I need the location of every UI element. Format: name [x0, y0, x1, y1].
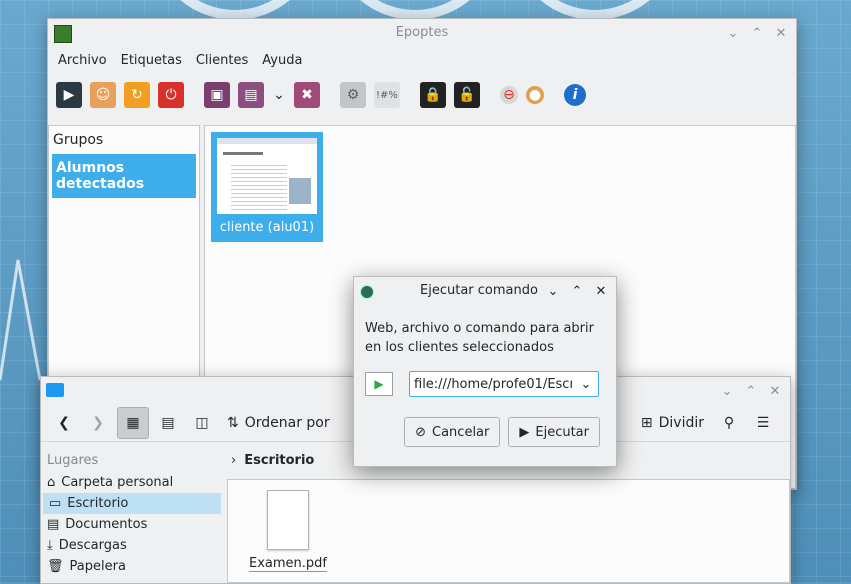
file-view: › Escritorio Examen.pdf [227, 449, 790, 583]
place-desktop[interactable]: ▭ Escritorio [43, 493, 221, 514]
execute-button[interactable]: ▶ Ejecutar [508, 417, 600, 447]
sort-label: Ordenar por [244, 415, 330, 431]
shutdown-icon[interactable]: ⏻ [158, 82, 184, 108]
lock-screen-icon[interactable]: 🔒 [420, 82, 446, 108]
maximize-icon[interactable]: ⌃ [742, 382, 760, 400]
about-icon[interactable]: i [564, 84, 586, 106]
chevron-down-icon[interactable]: ⌄ [574, 377, 598, 392]
minimize-icon[interactable]: ⌄ [544, 282, 562, 300]
wallpaper-logo-shape [330, 0, 500, 20]
group-detected-students[interactable]: Alumnos detectados [52, 154, 196, 198]
compact-view-icon[interactable]: ▤ [153, 408, 183, 438]
cancel-button[interactable]: ⊘ Cancelar [404, 417, 501, 447]
place-home[interactable]: ⌂ Carpeta personal [41, 472, 223, 493]
client-screen-thumbnail [217, 138, 317, 214]
login-user-icon[interactable]: ☺ [90, 82, 116, 108]
menu-ayuda[interactable]: Ayuda [262, 53, 302, 68]
hamburger-menu-icon[interactable]: ☰ [748, 408, 778, 438]
minimize-icon[interactable]: ⌄ [724, 24, 742, 42]
close-icon[interactable]: ✕ [772, 24, 790, 42]
wallpaper-pulse-line [0, 259, 42, 381]
dialog-prompt-line2: en los clientes seleccionados [365, 340, 554, 355]
mute-sound-icon[interactable]: ⊖ [500, 86, 518, 104]
close-icon[interactable]: ✕ [766, 382, 784, 400]
unlock-screen-icon[interactable]: 🔓 [454, 82, 480, 108]
split-label: Dividir [658, 415, 704, 431]
send-message-icon[interactable]: !#% [374, 82, 400, 108]
reboot-icon[interactable]: ↻ [124, 82, 150, 108]
cancel-label: Cancelar [432, 424, 490, 440]
file-area[interactable]: Examen.pdf [227, 479, 790, 583]
places-panel: Lugares ⌂ Carpeta personal ▭ Escritorio ▤ D… [41, 449, 223, 583]
search-icon[interactable]: ⚲ [714, 408, 744, 438]
place-documents[interactable]: ▤ Documentos [41, 514, 223, 535]
epoptes-toolbar: ▶ ☺ ↻ ⏻ ▣ ▤ ⌄ ✖ ⚙ !#% 🔒 🔓 ⊖ ● i [48, 74, 796, 116]
trash-icon: 🗑 [47, 559, 64, 574]
execute-command-dialog: Ejecutar comando ⌄ ⌃ ✕ Web, archivo o co… [353, 276, 617, 467]
run-command-icon: ▶ [365, 372, 393, 396]
forward-icon[interactable]: ❯ [83, 408, 113, 438]
split-icon: ⊞ [640, 415, 653, 431]
icons-view-icon[interactable]: ▦ [117, 407, 149, 439]
file-item[interactable]: Examen.pdf [248, 490, 328, 572]
back-icon[interactable]: ❮ [49, 408, 79, 438]
wake-on-lan-icon[interactable]: ▶ [56, 82, 82, 108]
wallpaper-logo-shape [150, 0, 320, 20]
execute-icon: ▶ [519, 424, 530, 440]
desktop-icon: ▭ [49, 496, 62, 511]
download-icon: ⤓ [47, 538, 53, 553]
command-input[interactable] [410, 375, 574, 393]
groups-header: Grupos [53, 132, 104, 148]
broadcast-screen-icon[interactable]: ▣ [204, 82, 230, 108]
home-icon: ⌂ [47, 475, 56, 490]
split-button[interactable]: ⊞ Dividir [635, 408, 710, 438]
chevron-right-icon: › [231, 453, 237, 468]
client-tile[interactable]: cliente (alu01) [211, 132, 323, 242]
wallpaper-logo-shape [510, 0, 680, 20]
place-trash[interactable]: 🗑 Papelera [41, 556, 223, 577]
dialog-titlebar[interactable]: Ejecutar comando ⌄ ⌃ ✕ [354, 277, 616, 305]
dialog-prompt-line1: Web, archivo o comando para abrir [365, 321, 594, 336]
epoptes-window-title: Epoptes [395, 25, 449, 40]
sort-button[interactable]: ⇅ Ordenar por [221, 408, 336, 438]
menu-etiquetas[interactable]: Etiquetas [121, 53, 182, 68]
execute-command-icon[interactable]: ⚙ [340, 82, 366, 108]
cancel-icon: ⊘ [415, 424, 427, 440]
epoptes-titlebar[interactable]: Epoptes ⌄ ⌃ ✕ [48, 19, 796, 47]
maximize-icon[interactable]: ⌃ [748, 24, 766, 42]
details-view-icon[interactable]: ◫ [187, 408, 217, 438]
folder-icon [46, 383, 64, 397]
file-name: Examen.pdf [249, 556, 327, 572]
execute-label: Ejecutar [535, 424, 589, 440]
menubar: Archivo Etiquetas Clientes Ayuda [48, 47, 796, 74]
pdf-file-icon [267, 490, 309, 550]
minimize-icon[interactable]: ⌄ [718, 382, 736, 400]
document-icon: ▤ [47, 517, 60, 532]
close-icon[interactable]: ✕ [592, 282, 610, 300]
client-label: cliente (alu01) [219, 220, 315, 235]
menu-clientes[interactable]: Clientes [196, 53, 248, 68]
dialog-prompt: Web, archivo o comando para abrir en los… [354, 305, 616, 357]
places-heading: Lugares [47, 453, 99, 468]
maximize-icon[interactable]: ⌃ [568, 282, 586, 300]
unmute-sound-icon[interactable]: ● [526, 86, 544, 104]
broadcast-window-icon[interactable]: ▤ [238, 82, 264, 108]
command-combobox[interactable]: ⌄ [409, 371, 599, 397]
chevron-down-icon[interactable]: ⌄ [272, 82, 286, 108]
stop-broadcast-icon[interactable]: ✖ [294, 82, 320, 108]
sort-icon: ⇅ [227, 415, 239, 431]
place-downloads[interactable]: ⤓ Descargas [41, 535, 223, 556]
menu-archivo[interactable]: Archivo [58, 53, 107, 68]
